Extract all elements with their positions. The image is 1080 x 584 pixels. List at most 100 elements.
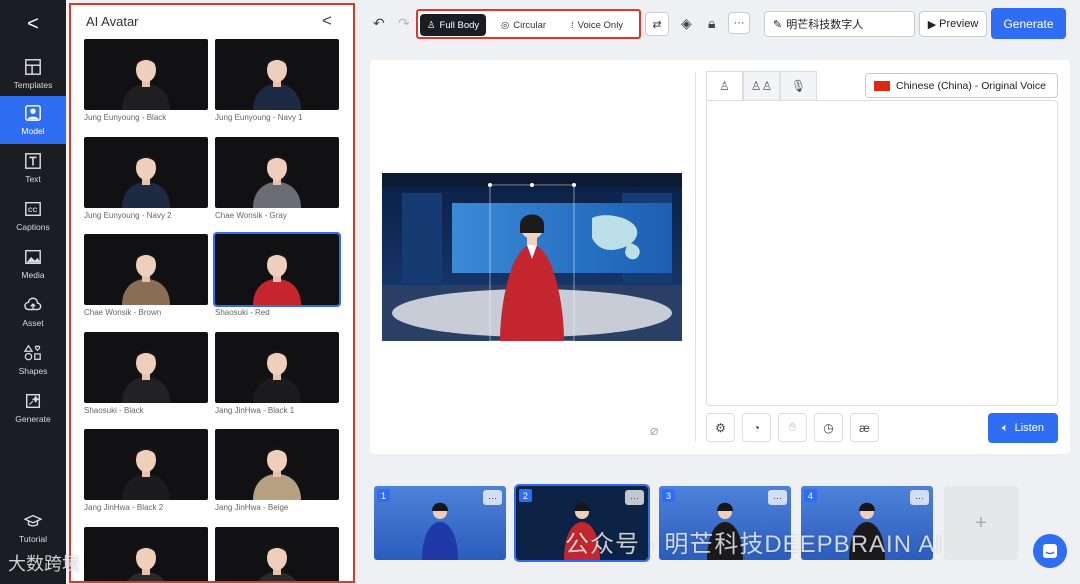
nav-asset[interactable]: Asset	[0, 288, 66, 336]
avatar-portrait	[126, 545, 166, 581]
layers-icon[interactable]: ◈	[681, 15, 692, 32]
voice-selector[interactable]: Chinese (China) - Original Voice	[865, 73, 1058, 98]
avatar-name: Chae Wonsik - Brown	[84, 308, 162, 317]
avatar-thumbnail	[84, 136, 208, 208]
tab-multi-speaker[interactable]: ♙♙	[743, 71, 780, 100]
nav-captions[interactable]: CC Captions	[0, 192, 66, 240]
script-tabs: ♙ ♙♙ 🎙︎	[706, 71, 817, 100]
mode-circular-label: Circular	[513, 19, 547, 31]
script-textarea[interactable]	[706, 100, 1058, 406]
avatar-card[interactable]: Jang JinHwa - Beige	[215, 429, 339, 512]
model-icon	[25, 105, 41, 121]
listen-button[interactable]: 🔈︎ Listen	[988, 413, 1058, 443]
display-mode-selector: ♙ Full Body ◎ Circular ⁞ Voice Only	[416, 9, 641, 39]
avatar-portrait	[253, 57, 301, 110]
scene-more-button[interactable]: ···	[483, 490, 502, 505]
scene-more-button[interactable]: ···	[768, 490, 787, 505]
graduation-cap-icon	[24, 514, 42, 527]
nav-model-label: Model	[21, 126, 45, 136]
mode-circular[interactable]: ◎ Circular	[494, 14, 553, 36]
nav-templates[interactable]: Templates	[0, 50, 66, 98]
nav-text[interactable]: Text	[0, 144, 66, 192]
avatar-name: Jang JinHwa - Beige	[215, 503, 289, 512]
nav-model[interactable]: Model	[0, 96, 66, 144]
avatar-card[interactable]	[84, 526, 208, 581]
avatar-portrait	[122, 57, 170, 110]
generate-icon	[25, 393, 41, 409]
nav-shapes[interactable]: Shapes	[0, 336, 66, 384]
china-flag-icon	[874, 80, 890, 91]
panel-title: AI Avatar	[86, 14, 139, 29]
nav-generate[interactable]: Generate	[0, 384, 66, 432]
back-button[interactable]: <	[0, 8, 66, 40]
templates-icon	[25, 59, 41, 75]
project-name-field[interactable]: ✎ 明芒科技数字人	[764, 11, 915, 37]
avatar-name: Shaosuki - Red	[215, 308, 270, 317]
scene-thumbnail[interactable]: 1 ···	[374, 486, 506, 560]
avatar-card[interactable]: Shaosuki - Red	[213, 232, 341, 317]
avatar-thumbnail	[84, 331, 208, 403]
avatar-portrait	[122, 350, 170, 403]
ai-script-button[interactable]: ⚙	[706, 413, 735, 442]
undo-icon[interactable]: ↶	[373, 15, 385, 32]
swap-avatar-button[interactable]: ⇄	[645, 12, 669, 36]
nav-tutorial[interactable]: Tutorial	[0, 504, 66, 552]
avatar-card[interactable]: Jung Eunyoung - Navy 1	[215, 39, 339, 122]
scene-more-button[interactable]: ···	[910, 490, 929, 505]
gesture-button[interactable]: ✋︎	[778, 413, 807, 442]
tab-single-speaker[interactable]: ♙	[706, 71, 743, 100]
avatar-card[interactable]: Jang JinHwa - Black 1	[215, 331, 339, 415]
svg-text:CC: CC	[28, 207, 38, 214]
nav-shapes-label: Shapes	[18, 366, 48, 376]
avatar-card[interactable]	[215, 526, 339, 581]
scene-more-button[interactable]: ···	[625, 490, 644, 505]
phoneme-button[interactable]: æ	[850, 413, 879, 442]
nav-generate-label: Generate	[15, 414, 51, 424]
avatar-portrait	[253, 350, 301, 403]
avatar-name: Jung Eunyoung - Navy 2	[84, 210, 172, 220]
tab-audio[interactable]: 🎙︎	[780, 71, 817, 100]
avatar-card[interactable]: Jang JinHwa - Black 2	[84, 429, 208, 512]
preview-button[interactable]: ▶ Preview	[919, 11, 987, 37]
collapse-panel-button[interactable]: <	[322, 11, 332, 31]
avatar-thumbnail	[84, 429, 208, 500]
avatar-portrait	[122, 252, 170, 305]
voice-label: Chinese (China) - Original Voice	[896, 79, 1046, 92]
ai-icon: ⚙	[715, 420, 726, 435]
redo-icon[interactable]: ↷	[398, 15, 410, 32]
scene-number: 1	[377, 489, 390, 502]
generate-button[interactable]: Generate	[991, 8, 1066, 39]
corner-watermark: 大数跨境	[8, 554, 80, 574]
speed-button[interactable]: ◔	[742, 413, 771, 442]
avatar-portrait	[122, 155, 170, 208]
nav-templates-label: Templates	[13, 80, 53, 90]
newsroom-background	[382, 173, 682, 341]
nav-media[interactable]: Media	[0, 240, 66, 288]
avatar-name: Chae Wonsik - Gray	[215, 210, 287, 220]
add-scene-button[interactable]: +	[944, 486, 1018, 560]
pause-button[interactable]: ◷	[814, 413, 843, 442]
avatar-card[interactable]: Chae Wonsik - Gray	[215, 136, 339, 220]
chat-support-button[interactable]	[1033, 534, 1067, 568]
person-icon: ♙	[427, 19, 436, 31]
avatar-card[interactable]: Shaosuki - Black	[84, 331, 208, 415]
scene-number: 2	[519, 489, 532, 502]
nav-captions-label: Captions	[16, 222, 50, 232]
scene-canvas[interactable]	[382, 173, 682, 341]
avatar-card[interactable]: Jung Eunyoung - Black	[84, 39, 208, 122]
avatar-thumbnail	[215, 331, 339, 403]
nav-asset-label: Asset	[22, 318, 44, 328]
left-nav-rail: < Templates Model Text CC Captions Media…	[0, 0, 66, 584]
avatar-name: Jung Eunyoung - Navy 1	[215, 113, 303, 122]
speaker-icon: 🔈︎	[1002, 421, 1009, 434]
more-options-button[interactable]: ···	[728, 12, 750, 34]
lock-icon[interactable]: 🔒︎	[708, 15, 715, 32]
pencil-icon: ✎	[773, 18, 783, 31]
camera-off-icon[interactable]: ⌀	[650, 422, 658, 439]
avatar-card[interactable]: Jung Eunyoung - Navy 2	[84, 136, 208, 220]
mode-full-body[interactable]: ♙ Full Body	[420, 14, 487, 36]
avatar-name: Shaosuki - Black	[84, 405, 144, 415]
mode-voice-only[interactable]: ⁞ Voice Only	[564, 14, 630, 36]
nav-text-label: Text	[25, 174, 41, 184]
avatar-card[interactable]: Chae Wonsik - Brown	[84, 234, 208, 317]
